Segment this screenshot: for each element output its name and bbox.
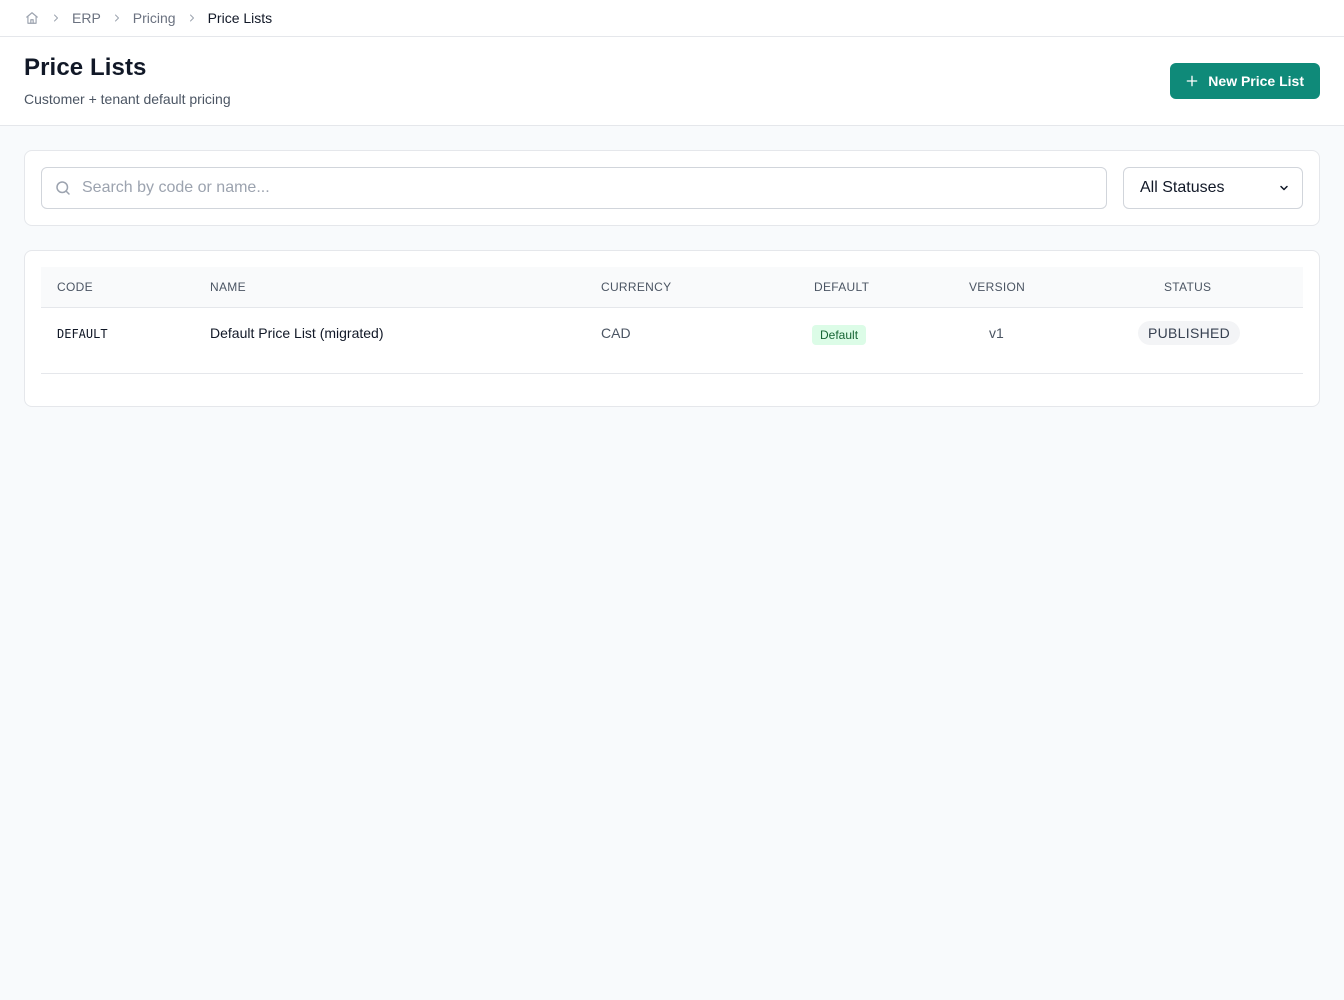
column-header-status[interactable]: STATUS <box>1164 280 1211 294</box>
page-header: Price Lists Customer + tenant default pr… <box>0 37 1344 126</box>
row-version: v1 <box>989 325 1004 341</box>
row-currency: CAD <box>601 325 631 341</box>
chevron-right-icon <box>109 10 125 26</box>
new-price-list-button[interactable]: New Price List <box>1170 63 1320 99</box>
search-input[interactable] <box>42 168 1106 208</box>
column-header-name[interactable]: NAME <box>210 280 246 294</box>
filter-card: All Statuses <box>24 150 1320 226</box>
table-header: CODE NAME CURRENCY DEFAULT VERSION STATU… <box>41 267 1303 308</box>
plus-icon <box>1184 73 1200 89</box>
breadcrumb-pricing[interactable]: Pricing <box>133 10 176 26</box>
page-subtitle: Customer + tenant default pricing <box>24 91 231 107</box>
row-code: DEFAULT <box>57 327 108 341</box>
price-lists-table: CODE NAME CURRENCY DEFAULT VERSION STATU… <box>24 250 1320 407</box>
breadcrumb-current: Price Lists <box>207 10 273 26</box>
status-badge: PUBLISHED <box>1138 321 1241 345</box>
new-price-list-label: New Price List <box>1208 73 1304 89</box>
chevron-down-icon <box>1278 182 1290 194</box>
breadcrumb-erp[interactable]: ERP <box>72 10 101 26</box>
chevron-right-icon <box>184 10 200 26</box>
column-header-default[interactable]: DEFAULT <box>814 280 869 294</box>
status-select[interactable]: All Statuses <box>1123 167 1303 209</box>
column-header-currency[interactable]: CURRENCY <box>601 280 671 294</box>
status-select-value: All Statuses <box>1140 179 1225 196</box>
table-row[interactable]: DEFAULT Default Price List (migrated) CA… <box>41 308 1303 374</box>
page-title: Price Lists <box>24 54 147 81</box>
search-icon <box>54 179 72 197</box>
breadcrumb: ERP Pricing Price Lists <box>0 0 1344 37</box>
column-header-code[interactable]: CODE <box>57 280 93 294</box>
column-header-version[interactable]: VERSION <box>969 280 1025 294</box>
home-icon[interactable] <box>24 10 40 26</box>
row-name[interactable]: Default Price List (migrated) <box>210 325 384 341</box>
chevron-right-icon <box>48 10 64 26</box>
default-badge: Default <box>812 325 867 345</box>
search-field <box>41 167 1107 209</box>
